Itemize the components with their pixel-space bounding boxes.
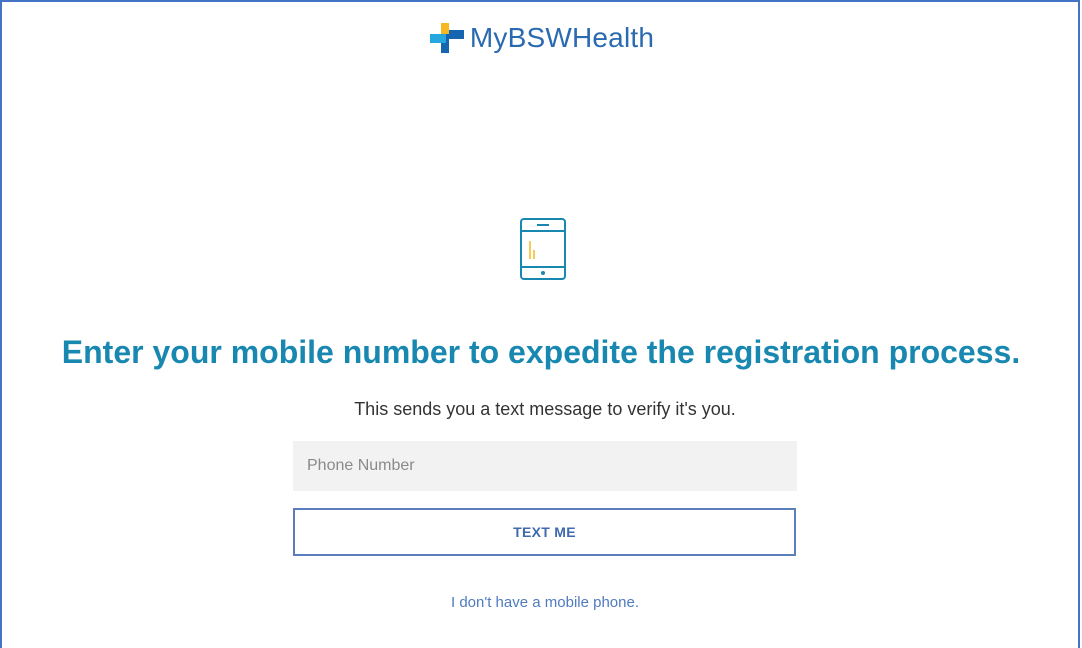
phone-number-input[interactable] [293,441,797,491]
text-me-button[interactable]: TEXT ME [293,508,796,556]
mobile-phone-icon [520,218,566,280]
brand-name: MyBSWHealth [469,22,655,53]
page-subtext: This sends you a text message to verify … [354,399,736,419]
page-headline: Enter your mobile number to expedite the… [61,334,1021,370]
header: MyBSWHealth [0,12,1082,64]
brand: MyBSWHealth [428,19,654,57]
no-mobile-phone-link[interactable]: I don't have a mobile phone. [0,592,1082,614]
bsw-cross-logo-icon [429,23,464,53]
